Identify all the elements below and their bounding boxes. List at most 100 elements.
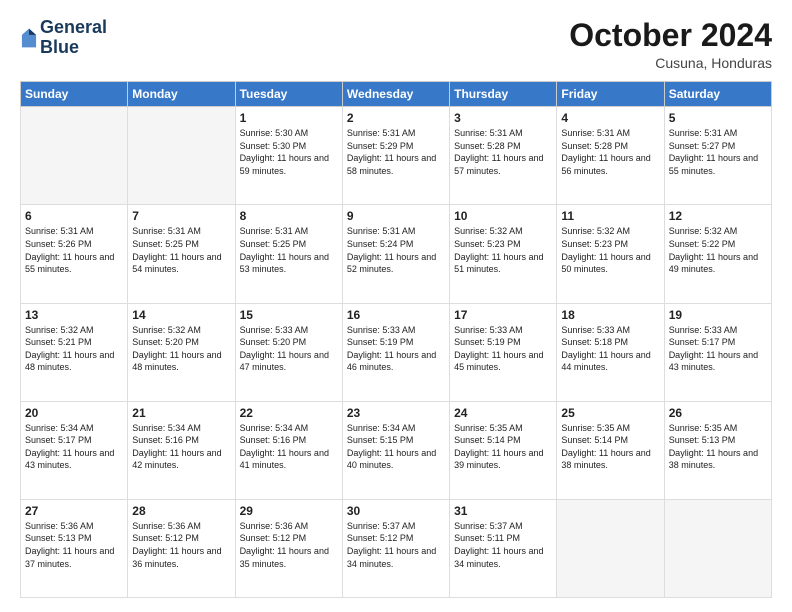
table-row: 27Sunrise: 5:36 AMSunset: 5:13 PMDayligh… (21, 499, 128, 597)
table-row: 15Sunrise: 5:33 AMSunset: 5:20 PMDayligh… (235, 303, 342, 401)
day-info: Sunrise: 5:33 AMSunset: 5:20 PMDaylight:… (240, 324, 338, 374)
table-row: 9 Sunrise: 5:31 AMSunset: 5:24 PMDaylight… (342, 205, 449, 303)
table-row: 6 Sunrise: 5:31 AMSunset: 5:26 PMDaylight… (21, 205, 128, 303)
day-number: 29 (240, 504, 338, 518)
day-number: 27 (25, 504, 123, 518)
title-block: October 2024 Cusuna, Honduras (569, 18, 772, 71)
logo-line1: General (40, 18, 107, 38)
table-row: 29 Sunrise: 5:36 AMSunset: 5:12 PMDayligh… (235, 499, 342, 597)
day-info: Sunrise: 5:36 AMSunset: 5:12 PMDaylight:… (240, 520, 338, 570)
col-sunday: Sunday (21, 82, 128, 107)
day-number: 18 (561, 308, 659, 322)
table-row: 11 Sunrise: 5:32 AMSunset: 5:23 PMDayligh… (557, 205, 664, 303)
day-number: 8 (240, 209, 338, 223)
col-tuesday: Tuesday (235, 82, 342, 107)
day-number: 10 (454, 209, 552, 223)
day-info: Sunrise: 5:34 AMSunset: 5:16 PMDaylight:… (132, 422, 230, 472)
logo-text: General Blue (40, 18, 107, 58)
table-row (664, 499, 771, 597)
logo: General Blue (20, 18, 107, 58)
day-info: Sunrise: 5:36 AMSunset: 5:12 PMDaylight:… (132, 520, 230, 570)
day-number: 25 (561, 406, 659, 420)
col-saturday: Saturday (664, 82, 771, 107)
day-number: 5 (669, 111, 767, 125)
table-row: 10 Sunrise: 5:32 AMSunset: 5:23 PMDayligh… (450, 205, 557, 303)
table-row: 22 Sunrise: 5:34 AMSunset: 5:16 PMDayligh… (235, 401, 342, 499)
day-number: 24 (454, 406, 552, 420)
day-number: 16 (347, 308, 445, 322)
table-row: 1 Sunrise: 5:30 AMSunset: 5:30 PMDaylight… (235, 107, 342, 205)
day-info: Sunrise: 5:31 AMSunset: 5:27 PMDaylight:… (669, 127, 767, 177)
day-info: Sunrise: 5:37 AMSunset: 5:12 PMDaylight:… (347, 520, 445, 570)
calendar-week-row: 27Sunrise: 5:36 AMSunset: 5:13 PMDayligh… (21, 499, 772, 597)
day-number: 7 (132, 209, 230, 223)
day-info: Sunrise: 5:34 AMSunset: 5:16 PMDaylight:… (240, 422, 338, 472)
day-number: 11 (561, 209, 659, 223)
table-row: 16Sunrise: 5:33 AMSunset: 5:19 PMDayligh… (342, 303, 449, 401)
table-row: 4 Sunrise: 5:31 AMSunset: 5:28 PMDaylight… (557, 107, 664, 205)
table-row: 20 Sunrise: 5:34 AMSunset: 5:17 PMDayligh… (21, 401, 128, 499)
day-number: 30 (347, 504, 445, 518)
day-number: 19 (669, 308, 767, 322)
table-row: 8Sunrise: 5:31 AMSunset: 5:25 PMDaylight… (235, 205, 342, 303)
day-info: Sunrise: 5:31 AMSunset: 5:25 PMDaylight:… (132, 225, 230, 275)
table-row: 23Sunrise: 5:34 AMSunset: 5:15 PMDayligh… (342, 401, 449, 499)
day-number: 1 (240, 111, 338, 125)
day-info: Sunrise: 5:35 AMSunset: 5:14 PMDaylight:… (454, 422, 552, 472)
day-number: 26 (669, 406, 767, 420)
month-title: October 2024 (569, 18, 772, 53)
day-info: Sunrise: 5:31 AMSunset: 5:24 PMDaylight:… (347, 225, 445, 275)
table-row (128, 107, 235, 205)
col-monday: Monday (128, 82, 235, 107)
table-row: 13Sunrise: 5:32 AMSunset: 5:21 PMDayligh… (21, 303, 128, 401)
day-number: 9 (347, 209, 445, 223)
day-info: Sunrise: 5:35 AMSunset: 5:13 PMDaylight:… (669, 422, 767, 472)
day-number: 14 (132, 308, 230, 322)
day-number: 17 (454, 308, 552, 322)
col-wednesday: Wednesday (342, 82, 449, 107)
table-row (557, 499, 664, 597)
day-number: 6 (25, 209, 123, 223)
day-number: 20 (25, 406, 123, 420)
table-row: 26 Sunrise: 5:35 AMSunset: 5:13 PMDayligh… (664, 401, 771, 499)
day-info: Sunrise: 5:31 AMSunset: 5:28 PMDaylight:… (561, 127, 659, 177)
day-info: Sunrise: 5:34 AMSunset: 5:17 PMDaylight:… (25, 422, 123, 472)
calendar-week-row: 6 Sunrise: 5:31 AMSunset: 5:26 PMDaylight… (21, 205, 772, 303)
day-info: Sunrise: 5:35 AMSunset: 5:14 PMDaylight:… (561, 422, 659, 472)
day-info: Sunrise: 5:32 AMSunset: 5:20 PMDaylight:… (132, 324, 230, 374)
day-number: 31 (454, 504, 552, 518)
day-number: 28 (132, 504, 230, 518)
col-friday: Friday (557, 82, 664, 107)
day-number: 21 (132, 406, 230, 420)
col-thursday: Thursday (450, 82, 557, 107)
day-number: 2 (347, 111, 445, 125)
table-row: 28 Sunrise: 5:36 AMSunset: 5:12 PMDayligh… (128, 499, 235, 597)
day-info: Sunrise: 5:32 AMSunset: 5:23 PMDaylight:… (561, 225, 659, 275)
table-row: 14 Sunrise: 5:32 AMSunset: 5:20 PMDayligh… (128, 303, 235, 401)
calendar-week-row: 13Sunrise: 5:32 AMSunset: 5:21 PMDayligh… (21, 303, 772, 401)
day-info: Sunrise: 5:31 AMSunset: 5:26 PMDaylight:… (25, 225, 123, 275)
day-info: Sunrise: 5:33 AMSunset: 5:17 PMDaylight:… (669, 324, 767, 374)
day-info: Sunrise: 5:34 AMSunset: 5:15 PMDaylight:… (347, 422, 445, 472)
table-row: 24 Sunrise: 5:35 AMSunset: 5:14 PMDayligh… (450, 401, 557, 499)
table-row: 31Sunrise: 5:37 AMSunset: 5:11 PMDayligh… (450, 499, 557, 597)
table-row: 18 Sunrise: 5:33 AMSunset: 5:18 PMDayligh… (557, 303, 664, 401)
day-info: Sunrise: 5:30 AMSunset: 5:30 PMDaylight:… (240, 127, 338, 177)
table-row: 19 Sunrise: 5:33 AMSunset: 5:17 PMDayligh… (664, 303, 771, 401)
day-number: 3 (454, 111, 552, 125)
calendar-week-row: 20 Sunrise: 5:34 AMSunset: 5:17 PMDayligh… (21, 401, 772, 499)
day-number: 12 (669, 209, 767, 223)
day-number: 22 (240, 406, 338, 420)
day-info: Sunrise: 5:31 AMSunset: 5:28 PMDaylight:… (454, 127, 552, 177)
table-row: 21 Sunrise: 5:34 AMSunset: 5:16 PMDayligh… (128, 401, 235, 499)
table-row: 2Sunrise: 5:31 AMSunset: 5:29 PMDaylight… (342, 107, 449, 205)
day-info: Sunrise: 5:32 AMSunset: 5:23 PMDaylight:… (454, 225, 552, 275)
table-row: 3 Sunrise: 5:31 AMSunset: 5:28 PMDaylight… (450, 107, 557, 205)
day-number: 4 (561, 111, 659, 125)
table-row: 30 Sunrise: 5:37 AMSunset: 5:12 PMDayligh… (342, 499, 449, 597)
location: Cusuna, Honduras (569, 55, 772, 71)
table-row: 25 Sunrise: 5:35 AMSunset: 5:14 PMDayligh… (557, 401, 664, 499)
calendar: Sunday Monday Tuesday Wednesday Thursday… (20, 81, 772, 598)
general-blue-icon (20, 27, 38, 49)
day-info: Sunrise: 5:33 AMSunset: 5:18 PMDaylight:… (561, 324, 659, 374)
